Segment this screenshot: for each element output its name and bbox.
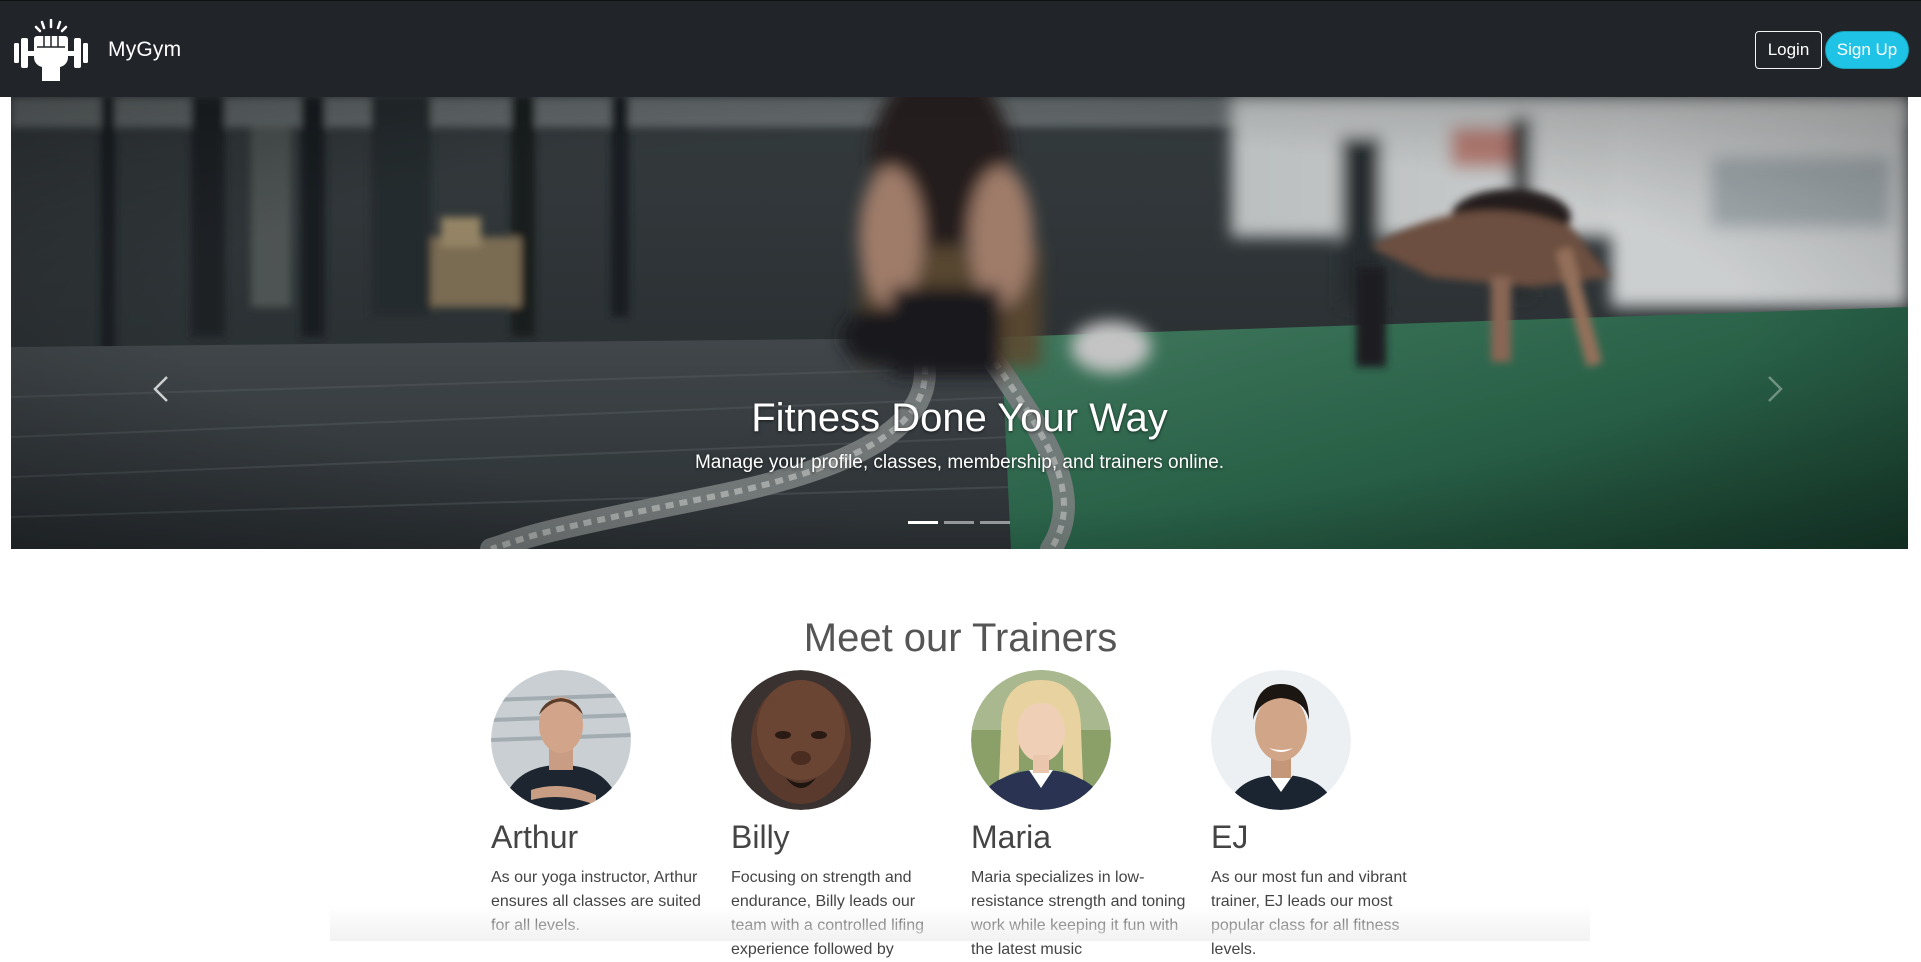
trainer-bio-ej: As our most fun and vibrant trainer, EJ … <box>1211 869 1407 958</box>
trainer-card-ej: EJ As our most fun and vibrant trainer, … <box>1211 670 1451 962</box>
trainer-bio-arthur: As our yoga instructor, Arthur ensures a… <box>491 869 701 934</box>
trainer-name-ej: EJ <box>1211 819 1249 855</box>
trainers-heading: Meet our Trainers <box>803 616 1118 660</box>
login-button[interactable]: Login <box>1755 31 1822 69</box>
trainer-card-billy: Billy Focusing on strength and endurance… <box>731 670 971 962</box>
trainer-card-maria: Maria Maria specializes in low-resistanc… <box>971 670 1211 962</box>
trainer-bio-billy: Focusing on strength and endurance, Bill… <box>731 869 924 958</box>
carousel-indicator-2[interactable] <box>944 521 974 524</box>
navbar: MyGym Login Sign Up <box>0 0 1921 97</box>
carousel-indicators <box>908 521 1010 524</box>
carousel-indicator-1[interactable] <box>908 521 938 524</box>
carousel-caption: Fitness Done Your Way Manage your profil… <box>11 393 1908 475</box>
hero-title: Fitness Done Your Way <box>751 396 1168 440</box>
trainer-name-maria: Maria <box>971 819 1052 855</box>
trainer-bio-maria: Maria specializes in low-resistance stre… <box>971 869 1186 958</box>
trainer-name-arthur: Arthur <box>491 819 579 855</box>
carousel-indicator-3[interactable] <box>980 521 1010 524</box>
trainer-avatar-arthur <box>491 670 631 810</box>
trainer-name-billy: Billy <box>731 819 790 855</box>
hero-gym-photo <box>11 97 1908 549</box>
fist-dumbbell-icon <box>14 19 88 81</box>
trainer-avatar-billy <box>731 670 871 810</box>
brand-link[interactable]: MyGym <box>12 19 181 81</box>
trainer-avatar-ej <box>1211 670 1351 810</box>
signup-button[interactable]: Sign Up <box>1825 31 1909 69</box>
trainer-avatar-maria <box>971 670 1111 810</box>
hero-subtitle: Manage your profile, classes, membership… <box>694 452 1225 473</box>
trainer-card-arthur: Arthur As our yoga instructor, Arthur en… <box>491 670 731 938</box>
hero-carousel: Fitness Done Your Way Manage your profil… <box>11 97 1908 549</box>
brand-name: MyGym <box>108 38 182 61</box>
